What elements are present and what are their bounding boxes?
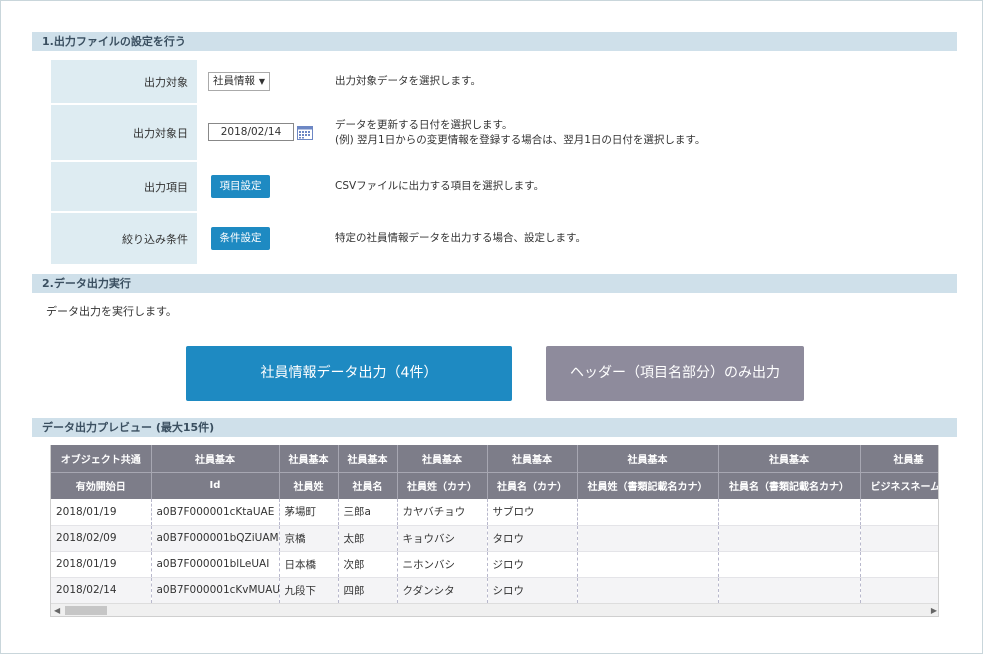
setting-label: 出力対象日 <box>51 105 197 160</box>
table-cell: a0B7F000001cKvMUAU <box>151 577 280 604</box>
table-cell: 四郎 <box>338 577 398 604</box>
table-cell <box>860 499 938 526</box>
section-header-preview: データ出力プレビュー (最大15件) <box>32 418 957 437</box>
setting-description: データを更新する日付を選択します。 (例) 翌月1日からの変更情報を登録する場合… <box>335 105 705 160</box>
column-group-header: 社員基本 <box>487 445 578 473</box>
column-header: 社員名 <box>338 472 398 499</box>
export-header-only-button[interactable]: ヘッダー（項目名部分）のみ出力 <box>546 346 804 401</box>
table-cell: 茅場町 <box>279 499 339 526</box>
table-row: 2018/02/14 a0B7F000001cKvMUAU 九段下 四郎 クダン… <box>51 577 938 604</box>
table-row: 2018/02/09 a0B7F000001bQZiUAM 京橋 太郎 キョウバ… <box>51 525 938 552</box>
setting-label: 出力対象 <box>51 60 197 103</box>
column-group-header: 社員基本 <box>397 445 488 473</box>
section-header-output-settings: 1.出力ファイルの設定を行う <box>32 32 957 51</box>
table-cell: カヤバチョウ <box>397 499 488 526</box>
table-cell: 2018/01/19 <box>51 499 152 526</box>
calendar-icon[interactable] <box>297 125 313 140</box>
item-settings-button[interactable]: 項目設定 <box>211 175 270 198</box>
column-header: Id <box>151 472 280 499</box>
output-date-input[interactable]: 2018/02/14 <box>208 123 294 141</box>
column-group-header: 社員基 <box>860 445 938 473</box>
table-cell: タロウ <box>487 525 578 552</box>
setting-description: CSVファイルに出力する項目を選択します。 <box>335 162 544 211</box>
table-cell <box>577 577 719 604</box>
table-cell: ニホンバシ <box>397 551 488 578</box>
table-cell: 太郎 <box>338 525 398 552</box>
column-group-header: 社員基本 <box>279 445 339 473</box>
table-cell: 次郎 <box>338 551 398 578</box>
table-header-row-group: オブジェクト共通 社員基本 社員基本 社員基本 社員基本 社員基本 社員基本 社… <box>51 445 938 473</box>
column-header: 社員姓 <box>279 472 339 499</box>
setting-label: 出力項目 <box>51 162 197 211</box>
table-row: 2018/01/19 a0B7F000001blLeUAI 日本橋 次郎 ニホン… <box>51 551 938 578</box>
table-cell <box>577 551 719 578</box>
setting-description-line: 出力対象データを選択します。 <box>335 75 481 87</box>
column-header: 社員姓（カナ） <box>397 472 488 499</box>
column-header: 社員名（書類記載名カナ） <box>718 472 861 499</box>
column-group-header: 社員基本 <box>151 445 280 473</box>
table-cell <box>718 551 861 578</box>
table-cell: 京橋 <box>279 525 339 552</box>
column-group-header: 社員基本 <box>577 445 719 473</box>
scroll-right-icon[interactable]: ▶ <box>931 604 937 616</box>
table-cell: a0B7F000001bQZiUAM <box>151 525 280 552</box>
column-group-header: 社員基本 <box>718 445 861 473</box>
table-cell: 三郎a <box>338 499 398 526</box>
scroll-left-icon[interactable]: ◀ <box>54 604 60 616</box>
table-cell: シロウ <box>487 577 578 604</box>
setting-label: 絞り込み条件 <box>51 213 197 264</box>
setting-row-output-items: 出力項目 項目設定 CSVファイルに出力する項目を選択します。 <box>51 162 957 211</box>
preview-table: オブジェクト共通 社員基本 社員基本 社員基本 社員基本 社員基本 社員基本 社… <box>51 445 938 604</box>
table-cell <box>860 525 938 552</box>
scrollbar-thumb[interactable] <box>65 606 107 615</box>
table-cell: 2018/02/09 <box>51 525 152 552</box>
export-description: データ出力を実行します。 <box>46 305 177 318</box>
table-cell: 2018/02/14 <box>51 577 152 604</box>
table-cell: サブロウ <box>487 499 578 526</box>
column-header: 有効開始日 <box>51 472 152 499</box>
column-group-header: オブジェクト共通 <box>51 445 152 473</box>
setting-description: 特定の社員情報データを出力する場合、設定します。 <box>335 213 586 264</box>
preview-table-container[interactable]: オブジェクト共通 社員基本 社員基本 社員基本 社員基本 社員基本 社員基本 社… <box>50 445 939 617</box>
setting-description-line: (例) 翌月1日からの変更情報を登録する場合は、翌月1日の日付を選択します。 <box>335 133 706 146</box>
table-cell <box>860 577 938 604</box>
table-cell <box>718 525 861 552</box>
export-data-button[interactable]: 社員情報データ出力（4件） <box>186 346 512 401</box>
table-cell: キョウバシ <box>397 525 488 552</box>
table-cell: クダンシタ <box>397 577 488 604</box>
setting-description-line: データを更新する日付を選択します。 <box>335 118 513 131</box>
table-cell: ジロウ <box>487 551 578 578</box>
setting-row-filter: 絞り込み条件 条件設定 特定の社員情報データを出力する場合、設定します。 <box>51 213 957 264</box>
table-cell <box>577 499 719 526</box>
table-cell: 2018/01/19 <box>51 551 152 578</box>
table-cell <box>718 499 861 526</box>
table-cell: 日本橋 <box>279 551 339 578</box>
section-header-export: 2.データ出力実行 <box>32 274 957 293</box>
setting-description: 出力対象データを選択します。 <box>335 60 481 103</box>
column-header: 社員名（カナ） <box>487 472 578 499</box>
column-header: ビジネスネーム <box>860 472 938 499</box>
table-cell <box>718 577 861 604</box>
table-cell: a0B7F000001cKtaUAE <box>151 499 280 526</box>
table-cell: 九段下 <box>279 577 339 604</box>
filter-settings-button[interactable]: 条件設定 <box>211 227 270 250</box>
setting-row-output-date: 出力対象日 2018/02/14 データを更新する日付を選択します。 (例) 翌… <box>51 105 957 160</box>
column-group-header: 社員基本 <box>338 445 398 473</box>
column-header: 社員姓（書類記載名カナ） <box>577 472 719 499</box>
table-cell <box>860 551 938 578</box>
setting-row-output-target: 出力対象 社員情報 ▼ 出力対象データを選択します。 <box>51 60 957 103</box>
table-row: 2018/01/19 a0B7F000001cKtaUAE 茅場町 三郎a カヤ… <box>51 499 938 526</box>
horizontal-scrollbar[interactable]: ◀ ▶ <box>51 603 938 616</box>
setting-description-line: CSVファイルに出力する項目を選択します。 <box>335 180 545 192</box>
output-target-select[interactable]: 社員情報 ▼ <box>208 72 270 91</box>
output-target-select-value: 社員情報 <box>213 75 255 87</box>
setting-description-line: 特定の社員情報データを出力する場合、設定します。 <box>335 232 586 244</box>
chevron-down-icon: ▼ <box>258 77 265 86</box>
table-cell <box>577 525 719 552</box>
table-header-row: 有効開始日 Id 社員姓 社員名 社員姓（カナ） 社員名（カナ） 社員姓（書類記… <box>51 472 938 499</box>
table-cell: a0B7F000001blLeUAI <box>151 551 280 578</box>
